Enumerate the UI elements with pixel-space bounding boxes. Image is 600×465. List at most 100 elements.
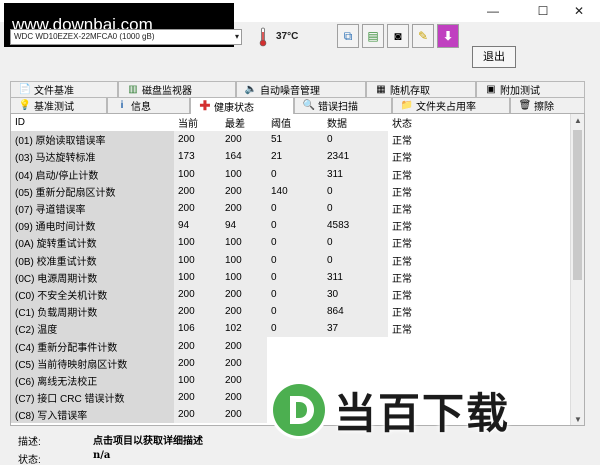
description-value: 点击项目以获取详细描述 — [93, 436, 203, 447]
cell-worst: 94 — [221, 217, 267, 235]
tab-disk-monitor[interactable]: ▥ 磁盘监视器 — [118, 81, 236, 97]
tab-file-benchmark[interactable]: 📄 文件基准 — [10, 81, 118, 97]
tab-random-access[interactable]: ▦ 随机存取 — [366, 81, 476, 97]
cell-data: 2341 — [323, 148, 388, 166]
cell-current: 100 — [174, 165, 221, 183]
table-row[interactable]: (C4) 重新分配事件计数 200 200 — [11, 337, 571, 355]
cell-id: (01) 原始读取错误率 — [11, 131, 174, 149]
cell-id: (03) 马达旋转标准 — [11, 148, 174, 166]
save-button[interactable]: ⬇ — [437, 24, 459, 48]
table-row[interactable]: (01) 原始读取错误率 200 200 51 0 正常 — [11, 131, 571, 149]
scroll-thumb[interactable] — [573, 130, 582, 280]
scroll-down-icon[interactable]: ▼ — [571, 413, 584, 425]
cell-status — [388, 337, 571, 355]
clipboard-icon: ▤ — [367, 29, 379, 43]
cell-worst: 200 — [221, 303, 267, 321]
table-row[interactable]: (03) 马达旋转标准 173 164 21 2341 正常 — [11, 148, 571, 166]
tab-extra-tests[interactable]: ▣ 附加测试 — [476, 81, 585, 97]
cell-status — [388, 354, 571, 372]
wrench-icon: ✎ — [417, 29, 429, 43]
table-row[interactable]: (C0) 不安全关机计数 200 200 0 30 正常 — [11, 285, 571, 304]
folder-icon: 📁 — [400, 100, 414, 111]
cell-data — [323, 337, 388, 355]
cell-threshold: 0 — [267, 268, 323, 286]
cell-threshold: 51 — [267, 131, 323, 149]
col-header-current[interactable]: 当前 — [174, 114, 221, 132]
minimize-button[interactable]: — — [476, 0, 510, 22]
table-row[interactable]: (0B) 校准重试计数 100 100 0 0 正常 — [11, 251, 571, 269]
tab-row-top: 📄 文件基准 ▥ 磁盘监视器 🔈 自动噪音管理 ▦ 随机存取 ▣ 附加测试 — [10, 81, 585, 97]
cell-status: 正常 — [388, 165, 571, 183]
cell-data: 0 — [323, 131, 388, 149]
col-header-id[interactable]: ID — [11, 114, 174, 132]
tab-erase[interactable]: 🗑 擦除 — [510, 97, 585, 113]
down-arrow-icon: ⬇ — [442, 29, 454, 43]
col-header-data[interactable]: 数据 — [323, 114, 388, 132]
table-row[interactable]: (07) 寻道错误率 200 200 0 0 正常 — [11, 199, 571, 218]
cell-status: 正常 — [388, 234, 571, 252]
copy-button[interactable]: ⧉ — [337, 24, 359, 48]
cell-worst: 100 — [221, 268, 267, 286]
table-row[interactable]: (09) 通电时间计数 94 94 0 4583 正常 — [11, 217, 571, 235]
lightbulb-icon: 💡 — [18, 100, 32, 111]
table-row[interactable]: (0A) 旋转重试计数 100 100 0 0 正常 — [11, 234, 571, 252]
cell-status: 正常 — [388, 182, 571, 200]
cell-threshold: 0 — [267, 320, 323, 338]
cell-worst: 164 — [221, 148, 267, 166]
tab-label: 信息 — [131, 102, 151, 113]
tab-label: 擦除 — [534, 102, 554, 113]
cell-id: (09) 通电时间计数 — [11, 217, 174, 235]
options-button[interactable]: ✎ — [412, 24, 434, 48]
cell-status: 正常 — [388, 131, 571, 149]
cell-threshold: 0 — [267, 165, 323, 183]
cell-threshold: 0 — [267, 199, 323, 218]
cell-status: 正常 — [388, 217, 571, 235]
screenshot-button[interactable]: ◙ — [387, 24, 409, 48]
random-icon: ▦ — [376, 84, 386, 95]
cell-id: (C7) 接口 CRC 错误计数 — [11, 389, 174, 407]
tab-health[interactable]: ✚ 健康状态 — [190, 97, 294, 114]
cell-threshold: 0 — [267, 303, 323, 321]
tab-aam[interactable]: 🔈 自动噪音管理 — [236, 81, 366, 97]
file-icon: 📄 — [18, 84, 32, 95]
table-row[interactable]: (0C) 电源周期计数 100 100 0 311 正常 — [11, 268, 571, 286]
copy-all-button[interactable]: ▤ — [362, 24, 384, 48]
table-row[interactable]: (C2) 温度 106 102 0 37 正常 — [11, 320, 571, 338]
cell-worst: 200 — [221, 199, 267, 218]
cell-id: (07) 寻道错误率 — [11, 199, 174, 218]
scroll-up-icon[interactable]: ▲ — [571, 114, 584, 128]
cell-threshold: 0 — [267, 234, 323, 252]
trash-icon: 🗑 — [518, 100, 532, 111]
tab-folder-usage[interactable]: 📁 文件夹占用率 — [392, 97, 510, 113]
close-button[interactable]: ✕ — [562, 0, 596, 22]
cell-id: (C5) 当前待映射扇区计数 — [11, 354, 174, 372]
table-row[interactable]: (04) 启动/停止计数 100 100 0 311 正常 — [11, 165, 571, 183]
col-header-threshold[interactable]: 阈值 — [267, 114, 323, 132]
speaker-icon: 🔈 — [244, 84, 258, 95]
cell-status: 正常 — [388, 320, 571, 338]
cell-current: 200 — [174, 199, 221, 218]
cell-threshold: 0 — [267, 251, 323, 269]
exit-button[interactable]: 退出 — [472, 46, 516, 68]
drive-select[interactable]: WDC WD10EZEX-22MFCA0 (1000 gB) ▾ — [10, 29, 242, 45]
tab-error-scan[interactable]: 🔍 错误扫描 — [294, 97, 392, 113]
cell-worst: 200 — [221, 182, 267, 200]
cell-id: (C2) 温度 — [11, 320, 174, 338]
maximize-button[interactable]: ☐ — [526, 0, 560, 22]
cell-status: 正常 — [388, 303, 571, 321]
table-row[interactable]: (C5) 当前待映射扇区计数 200 200 — [11, 354, 571, 372]
tab-info[interactable]: i 信息 — [107, 97, 190, 113]
vertical-scrollbar[interactable]: ▲ ▼ — [570, 114, 584, 425]
test-icon: ▣ — [486, 84, 496, 95]
cell-current: 200 — [174, 285, 221, 304]
cell-data: 311 — [323, 165, 388, 183]
cell-threshold: 0 — [267, 285, 323, 304]
table-row[interactable]: (05) 重新分配扇区计数 200 200 140 0 正常 — [11, 182, 571, 200]
tab-benchmark[interactable]: 💡 基准测试 — [10, 97, 107, 113]
status-area: 描述: 点击项目以获取详细描述 状态: n/a — [0, 428, 600, 465]
cell-worst: 200 — [221, 337, 267, 355]
col-header-worst[interactable]: 最差 — [221, 114, 267, 132]
col-header-status[interactable]: 状态 — [388, 114, 571, 132]
cell-threshold: 140 — [267, 182, 323, 200]
table-row[interactable]: (C1) 负载周期计数 200 200 0 864 正常 — [11, 303, 571, 321]
